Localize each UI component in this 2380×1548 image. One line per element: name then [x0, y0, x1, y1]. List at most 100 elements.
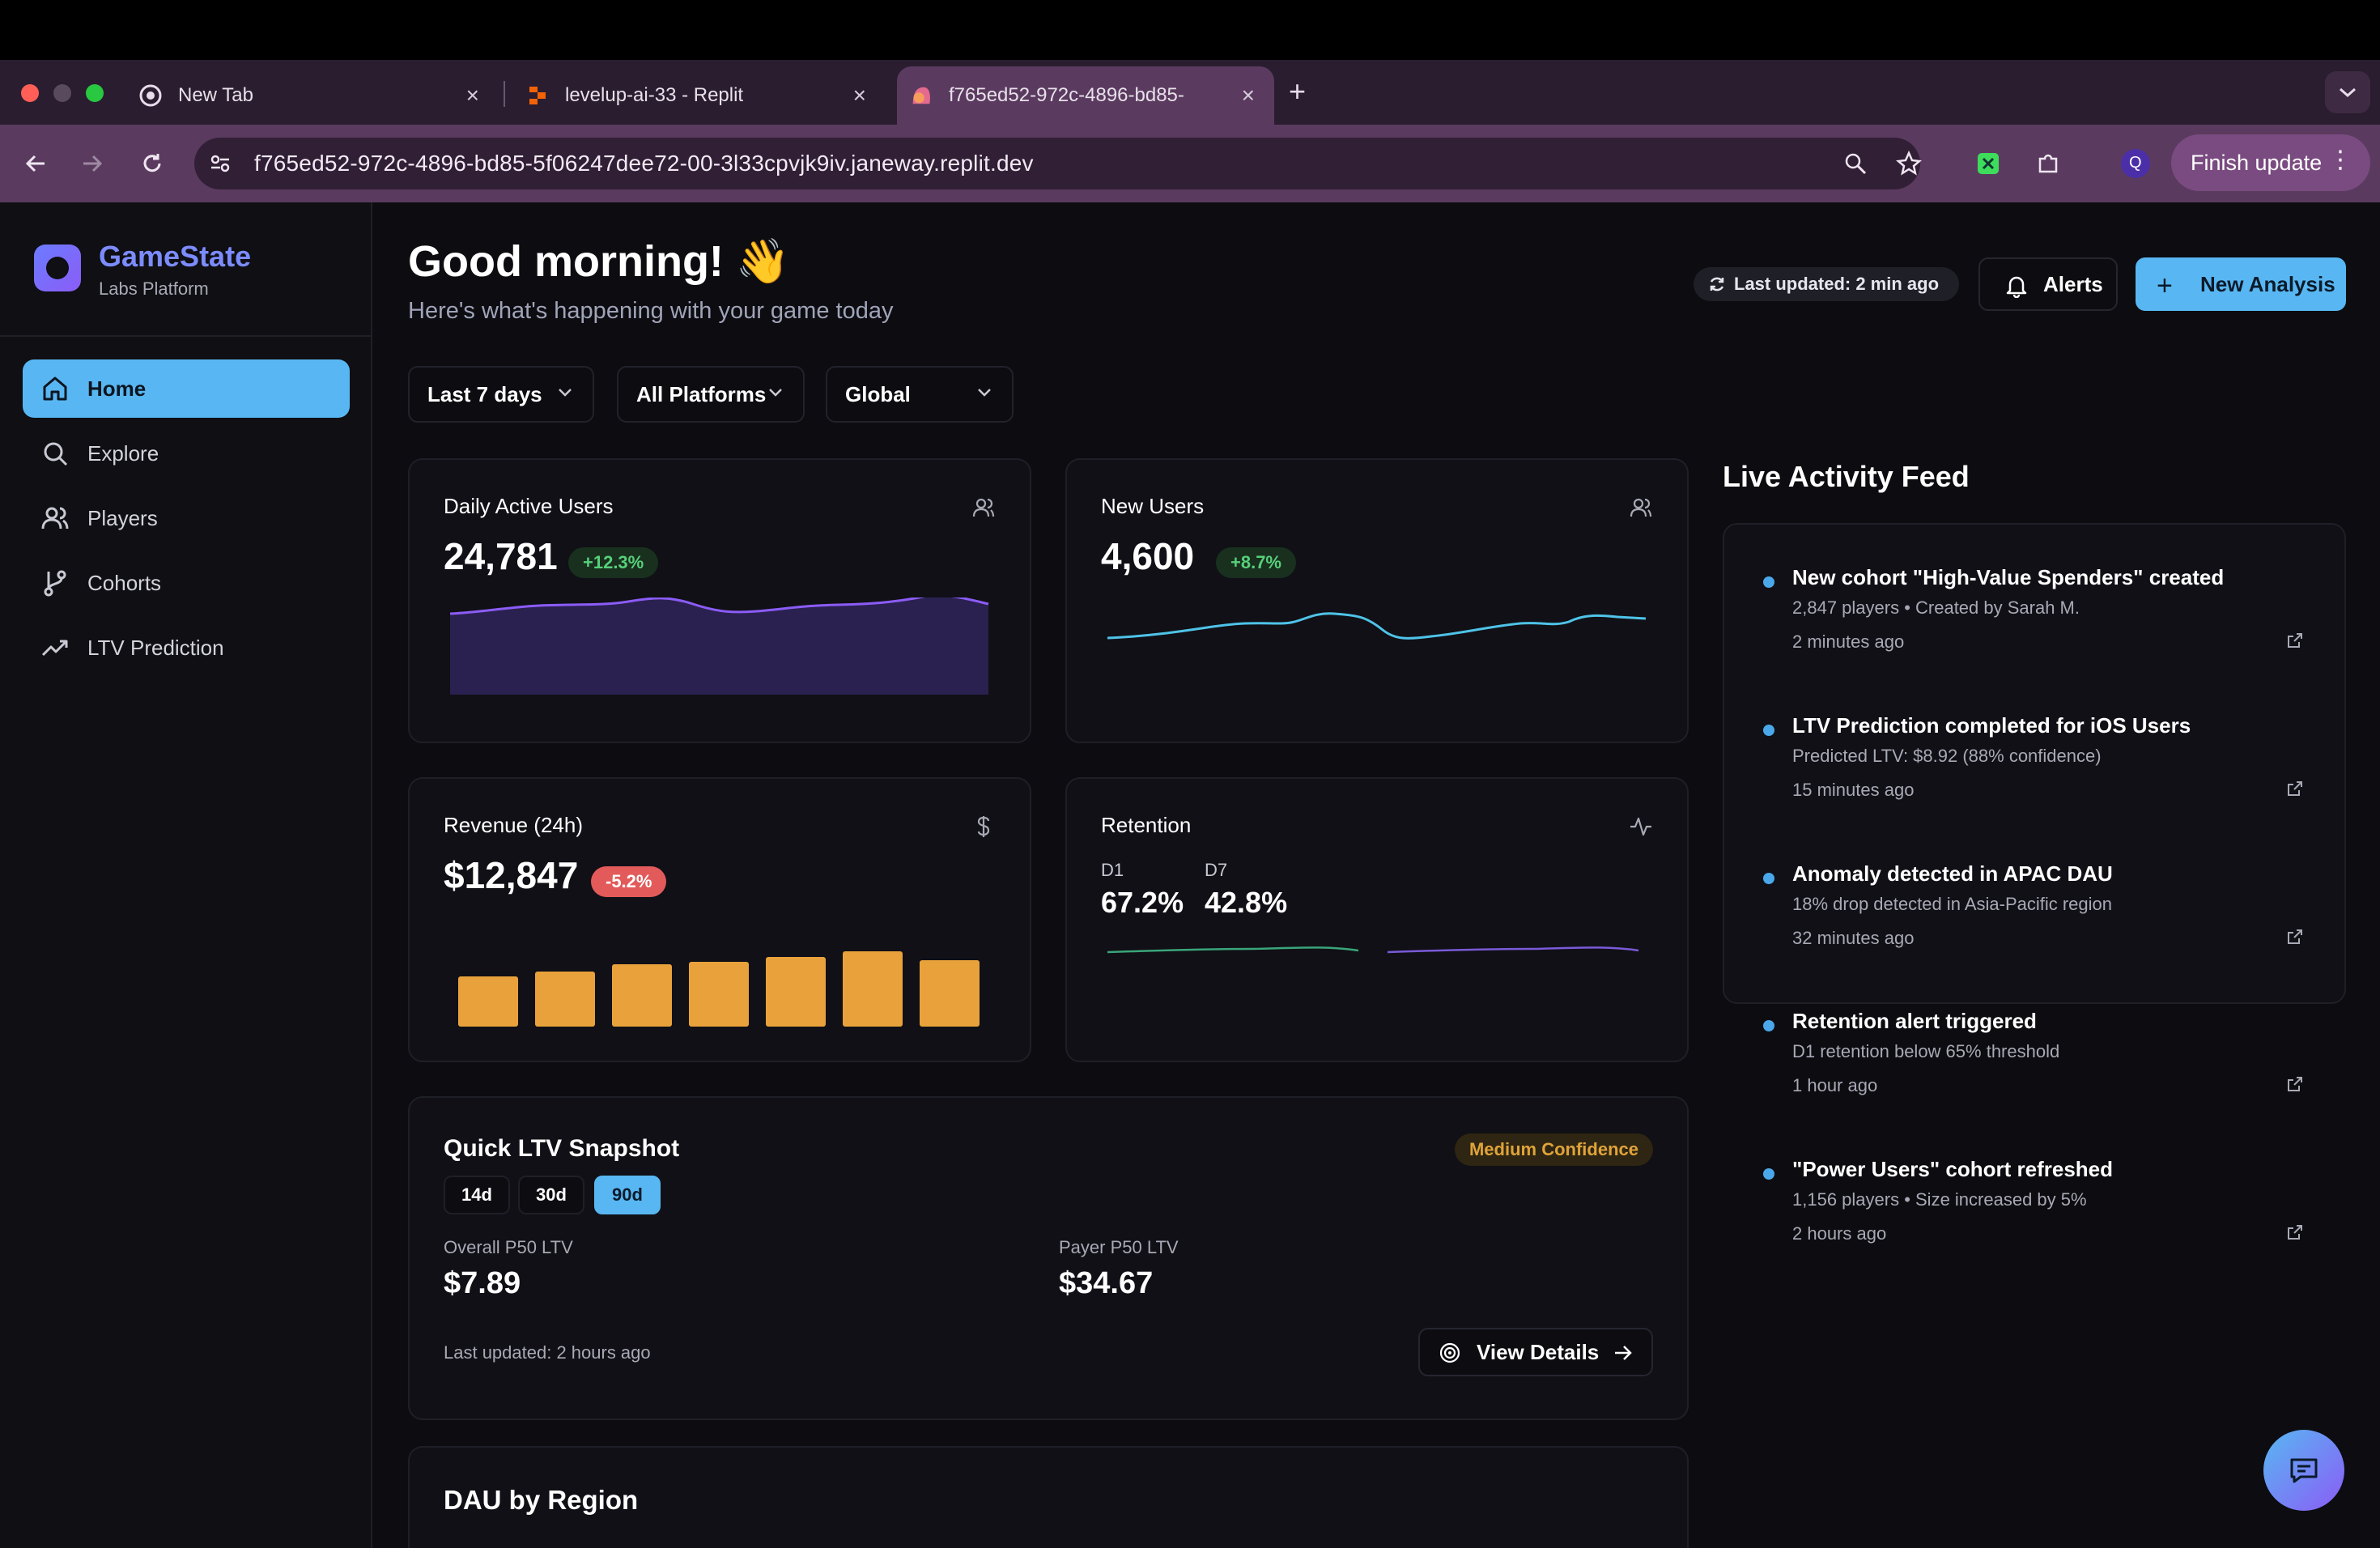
new-users-card[interactable]: New Users 4,600 +8.7%	[1065, 458, 1689, 743]
target-icon	[1439, 1342, 1460, 1363]
retention-card[interactable]: Retention D1 67.2% D7 42.8%	[1065, 777, 1689, 1062]
feed-item-subtitle: Predicted LTV: $8.92 (88% confidence)	[1792, 746, 2102, 766]
browser-tab-active[interactable]: f765ed52-972c-4896-bd85- ×	[897, 66, 1274, 125]
sidebar-item-home[interactable]: Home	[23, 359, 350, 418]
feed-item-subtitle: 18% drop detected in Asia-Pacific region	[1792, 894, 2113, 914]
new-users-value: 4,600	[1101, 535, 1195, 577]
close-tab-icon[interactable]: ×	[1242, 83, 1255, 108]
forward-button[interactable]	[74, 146, 110, 181]
alerts-label: Alerts	[2043, 271, 2103, 296]
period-filter-select[interactable]: Last 7 days	[408, 366, 594, 423]
arrow-right-icon	[83, 155, 103, 172]
retention-d1-value: 67.2%	[1101, 886, 1184, 919]
reload-button[interactable]	[134, 146, 170, 181]
feed-item[interactable]: "Power Users" cohort refreshed 1,156 pla…	[1723, 1133, 2346, 1280]
site-settings-icon[interactable]	[202, 146, 238, 181]
back-button[interactable]	[18, 146, 53, 181]
browser-tab-replit[interactable]: levelup-ai-33 - Replit ×	[513, 66, 886, 125]
platform-filter-value: All Platforms	[636, 381, 767, 406]
feed-item-subtitle: D1 retention below 65% threshold	[1792, 1041, 2060, 1061]
retention-d7-sparkline	[1388, 946, 1639, 954]
segment-90d[interactable]: 90d	[594, 1176, 661, 1214]
revenue-bar	[535, 972, 595, 1027]
finish-update-button[interactable]: Finish update ⋮	[2171, 134, 2370, 191]
external-link-icon[interactable]	[2286, 780, 2304, 797]
external-link-icon[interactable]	[2286, 1075, 2304, 1093]
sidebar-item-explore[interactable]: Explore	[23, 424, 350, 483]
chat-button[interactable]	[2263, 1430, 2344, 1511]
feed-item-time: 1 hour ago	[1792, 1075, 1878, 1095]
window-minimize-button[interactable]	[53, 84, 71, 102]
sidebar-divider	[0, 335, 372, 337]
feed-item[interactable]: Retention alert triggered D1 retention b…	[1723, 985, 2346, 1132]
brand-logo-icon	[34, 245, 81, 291]
bookmark-star-icon[interactable]	[1891, 146, 1927, 181]
external-link-icon[interactable]	[2286, 1223, 2304, 1241]
chevron-down-icon	[978, 389, 991, 397]
window-close-button[interactable]	[21, 84, 39, 102]
zoom-icon[interactable]	[1838, 146, 1873, 181]
external-link-icon[interactable]	[2286, 632, 2304, 649]
chevron-down-icon	[769, 389, 782, 397]
app-root: GameState Labs Platform Home Explore Pla…	[0, 202, 2380, 1548]
feed-dot	[1763, 725, 1774, 736]
profile-avatar[interactable]: Q	[2118, 146, 2153, 181]
close-tab-icon[interactable]: ×	[853, 83, 866, 108]
dau-card[interactable]: Daily Active Users 24,781 +12.3%	[408, 458, 1031, 743]
sidebar-item-cohorts[interactable]: Cohorts	[23, 554, 350, 612]
dau-by-region-card: DAU by Region	[408, 1446, 1689, 1548]
finish-update-label: Finish update	[2191, 150, 2323, 175]
feed-item[interactable]: LTV Prediction completed for iOS Users P…	[1723, 689, 2346, 836]
new-users-change-badge: +8.7%	[1216, 547, 1296, 578]
feed-title: Live Activity Feed	[1723, 460, 1970, 493]
region-filter-select[interactable]: Global	[826, 366, 1014, 423]
extension-green-icon[interactable]	[1970, 146, 2006, 181]
new-users-line	[1107, 612, 1647, 640]
brand-name: GameState	[99, 240, 252, 273]
feed-item-title: LTV Prediction completed for iOS Users	[1792, 713, 2191, 738]
overall-ltv-label: Overall P50 LTV	[444, 1237, 573, 1257]
users-icon	[972, 498, 995, 517]
feed-item[interactable]: New cohort "High-Value Spenders" created…	[1723, 541, 2346, 688]
sidebar-item-label: Players	[87, 505, 158, 530]
revenue-card[interactable]: Revenue (24h) $12,847 -5.2%	[408, 777, 1031, 1062]
new-tab-icon[interactable]: +	[1289, 74, 1306, 108]
page-title: Good morning! 👋	[408, 237, 791, 286]
platform-filter-select[interactable]: All Platforms	[617, 366, 805, 423]
segment-14d[interactable]: 14d	[444, 1176, 510, 1214]
more-vertical-icon[interactable]: ⋮	[2328, 146, 2352, 174]
chrome-icon	[139, 84, 162, 107]
replit-icon	[526, 84, 549, 107]
tab-search-dropdown[interactable]	[2325, 71, 2370, 113]
message-icon	[2290, 1458, 2318, 1483]
feed-dot	[1763, 873, 1774, 884]
revenue-bar-chart	[458, 951, 980, 1027]
segment-30d[interactable]: 30d	[518, 1176, 584, 1214]
sidebar-item-players[interactable]: Players	[23, 489, 350, 547]
profile-initial: Q	[2129, 154, 2142, 172]
sidebar-item-ltv-prediction[interactable]: LTV Prediction	[23, 619, 350, 677]
extensions-puzzle-icon[interactable]	[2030, 146, 2066, 181]
os-menubar	[0, 0, 2380, 60]
revenue-label: Revenue (24h)	[444, 813, 583, 837]
window-zoom-button[interactable]	[86, 84, 104, 102]
feed-item-time: 2 minutes ago	[1792, 632, 1905, 652]
feed-item[interactable]: Anomaly detected in APAC DAU 18% drop de…	[1723, 837, 2346, 985]
page-subtitle: Here's what's happening with your game t…	[408, 298, 894, 324]
retention-label: Retention	[1101, 813, 1192, 837]
view-details-button[interactable]: View Details	[1418, 1328, 1653, 1376]
revenue-bar	[766, 957, 826, 1027]
close-tab-icon[interactable]: ×	[466, 83, 479, 108]
external-link-icon[interactable]	[2286, 928, 2304, 946]
alerts-button[interactable]: Alerts	[1978, 257, 2118, 311]
retention-d1-label: D1	[1101, 860, 1124, 880]
new-users-label: New Users	[1101, 494, 1205, 518]
chevron-down-icon	[2340, 87, 2356, 98]
browser-tab-new-tab[interactable]: New Tab ×	[126, 66, 499, 125]
revenue-bar	[920, 960, 980, 1027]
retention-d1-sparkline	[1107, 946, 1359, 954]
feed-item-time: 2 hours ago	[1792, 1223, 1887, 1244]
bell-icon	[2006, 276, 2027, 298]
new-analysis-button[interactable]: + New Analysis	[2136, 257, 2346, 311]
region-filter-value: Global	[845, 381, 911, 406]
